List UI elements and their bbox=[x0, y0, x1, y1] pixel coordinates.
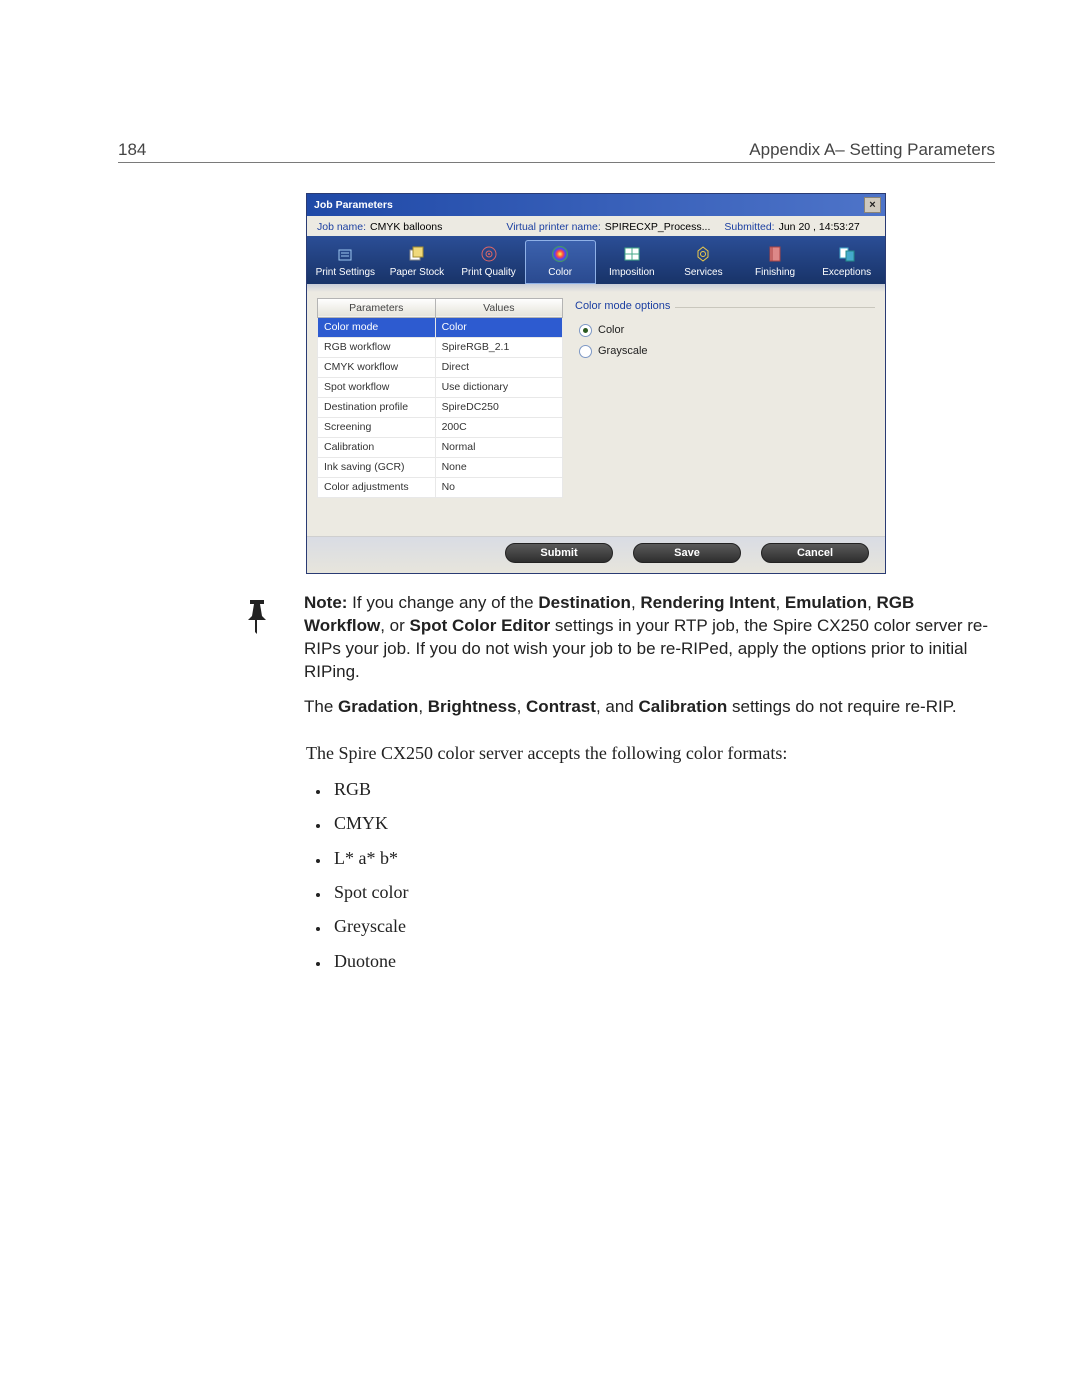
tab-label: Finishing bbox=[755, 267, 795, 279]
job-name-value: CMYK balloons bbox=[370, 221, 442, 233]
table-row[interactable]: Ink saving (GCR)None bbox=[318, 457, 563, 477]
tab-print-settings[interactable]: Print Settings bbox=[310, 240, 381, 284]
body-text: The Spire CX250 color server accepts the… bbox=[306, 741, 995, 973]
table-row[interactable]: Color adjustmentsNo bbox=[318, 477, 563, 497]
tab-label: Exceptions bbox=[822, 267, 871, 279]
cancel-button[interactable]: Cancel bbox=[761, 543, 869, 564]
tab-label: Paper Stock bbox=[390, 267, 444, 279]
options-title: Color mode options bbox=[575, 300, 875, 313]
table-row[interactable]: CalibrationNormal bbox=[318, 437, 563, 457]
services-icon bbox=[692, 244, 714, 264]
table-row[interactable]: RGB workflowSpireRGB_2.1 bbox=[318, 337, 563, 357]
finishing-icon bbox=[764, 244, 786, 264]
tab-finishing[interactable]: Finishing bbox=[740, 240, 811, 284]
tab-exceptions[interactable]: Exceptions bbox=[811, 240, 882, 284]
note-text: Note: If you change any of the Destinati… bbox=[304, 592, 995, 731]
tab-label: Imposition bbox=[609, 267, 655, 279]
radio-color[interactable]: Color bbox=[575, 324, 875, 337]
tab-label: Print Quality bbox=[461, 267, 515, 279]
job-name-label: Job name: bbox=[317, 221, 366, 233]
list-item: RGB bbox=[330, 777, 995, 801]
tab-label: Color bbox=[548, 267, 572, 279]
table-row[interactable]: Spot workflowUse dictionary bbox=[318, 377, 563, 397]
table-row[interactable]: Screening200C bbox=[318, 417, 563, 437]
job-parameters-dialog: Job Parameters × Job name: CMYK balloons… bbox=[306, 193, 886, 574]
note-block: Note: If you change any of the Destinati… bbox=[236, 592, 995, 731]
header-title: Appendix A– Setting Parameters bbox=[749, 140, 995, 160]
close-icon[interactable]: × bbox=[864, 197, 881, 213]
submitted-value: Jun 20 , 14:53:27 bbox=[779, 221, 860, 233]
print-quality-icon bbox=[478, 244, 500, 264]
submit-button[interactable]: Submit bbox=[505, 543, 613, 564]
virtual-printer-value: SPIRECXP_Process... bbox=[605, 221, 711, 233]
print-settings-icon bbox=[334, 244, 356, 264]
imposition-icon bbox=[621, 244, 643, 264]
table-row[interactable]: Color modeColor bbox=[318, 317, 563, 337]
radio-icon bbox=[579, 345, 592, 358]
list-item: Greyscale bbox=[330, 914, 995, 938]
table-row[interactable]: Destination profileSpireDC250 bbox=[318, 397, 563, 417]
list-item: CMYK bbox=[330, 811, 995, 835]
tab-paper-stock[interactable]: Paper Stock bbox=[382, 240, 453, 284]
radio-label: Color bbox=[598, 324, 624, 337]
dialog-info-line: Job name: CMYK balloons Virtual printer … bbox=[307, 216, 885, 236]
tab-services[interactable]: Services bbox=[668, 240, 739, 284]
dialog-title: Job Parameters bbox=[314, 199, 393, 211]
submitted-label: Submitted: bbox=[724, 221, 774, 233]
radio-icon bbox=[579, 324, 592, 337]
paper-stock-icon bbox=[406, 244, 428, 264]
list-item: L* a* b* bbox=[330, 846, 995, 870]
tab-label: Print Settings bbox=[316, 267, 375, 279]
radio-grayscale[interactable]: Grayscale bbox=[575, 345, 875, 358]
parameters-table[interactable]: Parameters Values Color modeColor RGB wo… bbox=[317, 298, 563, 528]
table-row[interactable]: CMYK workflowDirect bbox=[318, 357, 563, 377]
page-header: 184 Appendix A– Setting Parameters bbox=[118, 140, 995, 163]
tab-strip: Print Settings Paper Stock Print Quality bbox=[307, 236, 885, 284]
col-values[interactable]: Values bbox=[435, 298, 562, 317]
col-parameters[interactable]: Parameters bbox=[318, 298, 436, 317]
intro-line: The Spire CX250 color server accepts the… bbox=[306, 741, 995, 765]
list-item: Duotone bbox=[330, 949, 995, 973]
save-button[interactable]: Save bbox=[633, 543, 741, 564]
pushpin-icon bbox=[236, 594, 278, 645]
dialog-buttons: Submit Save Cancel bbox=[307, 536, 885, 574]
virtual-printer-label: Virtual printer name: bbox=[506, 221, 600, 233]
color-mode-options-panel: Color mode options Color Grayscale bbox=[575, 298, 875, 528]
tab-imposition[interactable]: Imposition bbox=[597, 240, 668, 284]
page-number: 184 bbox=[118, 140, 146, 160]
radio-label: Grayscale bbox=[598, 345, 648, 358]
list-item: Spot color bbox=[330, 880, 995, 904]
exceptions-icon bbox=[836, 244, 858, 264]
dialog-titlebar[interactable]: Job Parameters × bbox=[307, 194, 885, 216]
tab-color[interactable]: Color bbox=[525, 240, 596, 284]
format-list: RGB CMYK L* a* b* Spot color Greyscale D… bbox=[330, 777, 995, 973]
tab-label: Services bbox=[684, 267, 722, 279]
color-icon bbox=[549, 244, 571, 264]
tab-print-quality[interactable]: Print Quality bbox=[453, 240, 524, 284]
